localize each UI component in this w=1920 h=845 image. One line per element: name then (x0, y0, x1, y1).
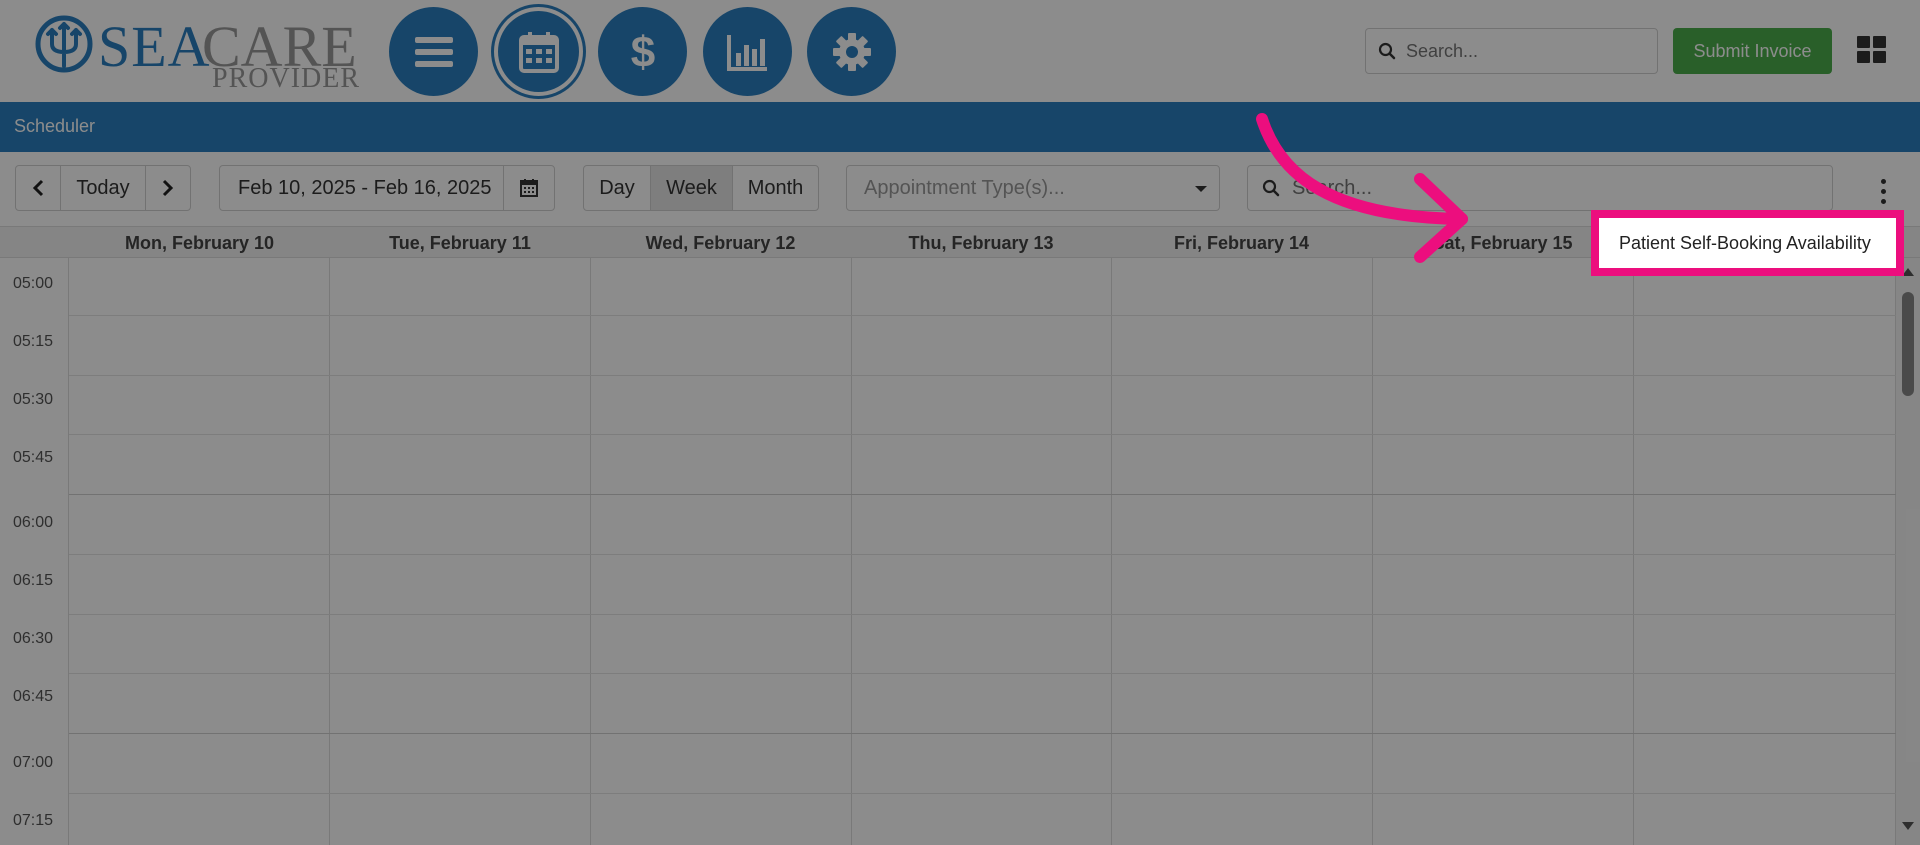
pointer-arrow-icon (1256, 113, 1468, 263)
dim-overlay (0, 0, 1920, 845)
patient-self-booking-availability-option[interactable]: Patient Self-Booking Availability (1607, 226, 1888, 260)
options-dropdown-highlight: Patient Self-Booking Availability (1591, 210, 1904, 276)
